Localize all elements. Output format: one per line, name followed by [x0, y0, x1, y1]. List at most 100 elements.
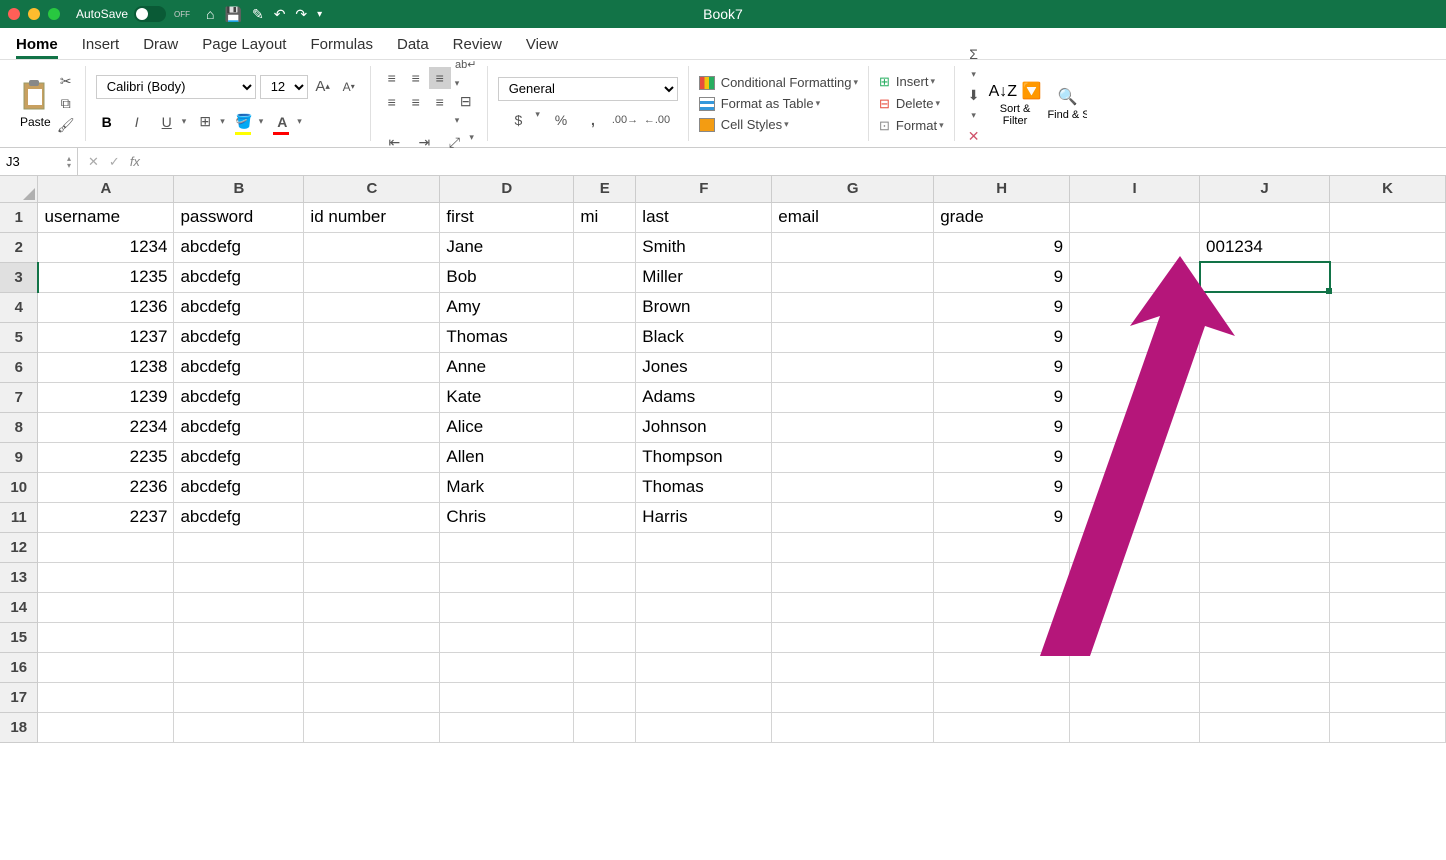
cell-K9[interactable] [1330, 442, 1446, 472]
maximize-window-button[interactable] [48, 8, 60, 20]
cell-K7[interactable] [1330, 382, 1446, 412]
conditional-formatting-button[interactable]: Conditional Formatting ▾ [699, 75, 858, 90]
tab-draw[interactable]: Draw [143, 36, 178, 59]
align-left-icon[interactable]: ≡ [381, 91, 403, 113]
cell-G11[interactable] [772, 502, 934, 532]
cell-J8[interactable] [1200, 412, 1330, 442]
row-header-17[interactable]: 17 [0, 682, 38, 712]
paste-button[interactable]: Paste [20, 79, 51, 129]
cell-J4[interactable] [1200, 292, 1330, 322]
fill-handle[interactable] [1326, 288, 1332, 294]
cell-H15[interactable] [934, 622, 1070, 652]
cell-G5[interactable] [772, 322, 934, 352]
cell-E16[interactable] [574, 652, 636, 682]
cell-G12[interactable] [772, 532, 934, 562]
cell-I18[interactable] [1070, 712, 1200, 742]
cell-G6[interactable] [772, 352, 934, 382]
cell-G14[interactable] [772, 592, 934, 622]
row-header-14[interactable]: 14 [0, 592, 38, 622]
cell-B3[interactable]: abcdefg [174, 262, 304, 292]
cell-A4[interactable]: 1236 [38, 292, 174, 322]
cell-F6[interactable]: Jones [636, 352, 772, 382]
column-header-J[interactable]: J [1200, 176, 1330, 202]
cell-A11[interactable]: 2237 [38, 502, 174, 532]
cell-E10[interactable] [574, 472, 636, 502]
cell-I13[interactable] [1070, 562, 1200, 592]
close-window-button[interactable] [8, 8, 20, 20]
align-bottom-icon[interactable]: ≡ [429, 67, 451, 89]
cell-G13[interactable] [772, 562, 934, 592]
cell-H17[interactable] [934, 682, 1070, 712]
cell-D10[interactable]: Mark [440, 472, 574, 502]
row-header-10[interactable]: 10 [0, 472, 38, 502]
cell-C10[interactable] [304, 472, 440, 502]
cell-E13[interactable] [574, 562, 636, 592]
cell-K8[interactable] [1330, 412, 1446, 442]
cell-I6[interactable] [1070, 352, 1200, 382]
cell-J15[interactable] [1200, 622, 1330, 652]
italic-button[interactable]: I [126, 111, 148, 133]
cell-J16[interactable] [1200, 652, 1330, 682]
tab-home[interactable]: Home [16, 36, 58, 59]
cell-J10[interactable] [1200, 472, 1330, 502]
cell-A6[interactable]: 1238 [38, 352, 174, 382]
row-header-2[interactable]: 2 [0, 232, 38, 262]
cell-F4[interactable]: Brown [636, 292, 772, 322]
format-as-table-button[interactable]: Format as Table ▾ [699, 96, 858, 111]
tab-formulas[interactable]: Formulas [310, 36, 373, 59]
cell-B5[interactable]: abcdefg [174, 322, 304, 352]
cell-E15[interactable] [574, 622, 636, 652]
increase-decimal-icon[interactable]: .00→ [614, 109, 636, 131]
copy-icon[interactable]: ⧉ [57, 95, 75, 113]
cell-I12[interactable] [1070, 532, 1200, 562]
cell-F14[interactable] [636, 592, 772, 622]
cell-C3[interactable] [304, 262, 440, 292]
cell-C14[interactable] [304, 592, 440, 622]
cell-B7[interactable]: abcdefg [174, 382, 304, 412]
borders-button[interactable]: ⊞ [194, 111, 216, 133]
format-cells-button[interactable]: ⊡Format ▾ [879, 118, 944, 134]
cell-J14[interactable] [1200, 592, 1330, 622]
tab-insert[interactable]: Insert [82, 36, 120, 59]
cell-A5[interactable]: 1237 [38, 322, 174, 352]
row-header-12[interactable]: 12 [0, 532, 38, 562]
cell-D9[interactable]: Allen [440, 442, 574, 472]
name-box-spinner[interactable]: ▴▾ [67, 155, 71, 169]
cell-B17[interactable] [174, 682, 304, 712]
redo-icon[interactable]: ↷ [295, 6, 307, 23]
cell-H12[interactable] [934, 532, 1070, 562]
cell-D2[interactable]: Jane [440, 232, 574, 262]
cell-B4[interactable]: abcdefg [174, 292, 304, 322]
cell-G2[interactable] [772, 232, 934, 262]
column-header-H[interactable]: H [934, 176, 1070, 202]
cell-G18[interactable] [772, 712, 934, 742]
row-header-3[interactable]: 3 [0, 262, 38, 292]
cell-D4[interactable]: Amy [440, 292, 574, 322]
cell-E3[interactable] [574, 262, 636, 292]
cell-I9[interactable] [1070, 442, 1200, 472]
fx-icon[interactable]: fx [130, 154, 140, 169]
cell-I17[interactable] [1070, 682, 1200, 712]
cell-F7[interactable]: Adams [636, 382, 772, 412]
cell-F18[interactable] [636, 712, 772, 742]
cell-F10[interactable]: Thomas [636, 472, 772, 502]
cell-B18[interactable] [174, 712, 304, 742]
cell-I7[interactable] [1070, 382, 1200, 412]
column-header-F[interactable]: F [636, 176, 772, 202]
cell-E4[interactable] [574, 292, 636, 322]
cell-D16[interactable] [440, 652, 574, 682]
cell-I8[interactable] [1070, 412, 1200, 442]
percent-icon[interactable]: % [550, 109, 572, 131]
cell-B11[interactable]: abcdefg [174, 502, 304, 532]
column-header-K[interactable]: K [1330, 176, 1446, 202]
cell-E9[interactable] [574, 442, 636, 472]
clear-icon[interactable]: ✕ [965, 127, 983, 145]
spreadsheet-grid[interactable]: ABCDEFGHIJK1usernamepasswordid numberfir… [0, 176, 1446, 820]
cell-H10[interactable]: 9 [934, 472, 1070, 502]
toggle-switch[interactable] [134, 6, 166, 22]
row-header-7[interactable]: 7 [0, 382, 38, 412]
cell-I10[interactable] [1070, 472, 1200, 502]
column-header-E[interactable]: E [574, 176, 636, 202]
increase-font-icon[interactable]: A▴ [312, 76, 334, 98]
row-header-9[interactable]: 9 [0, 442, 38, 472]
